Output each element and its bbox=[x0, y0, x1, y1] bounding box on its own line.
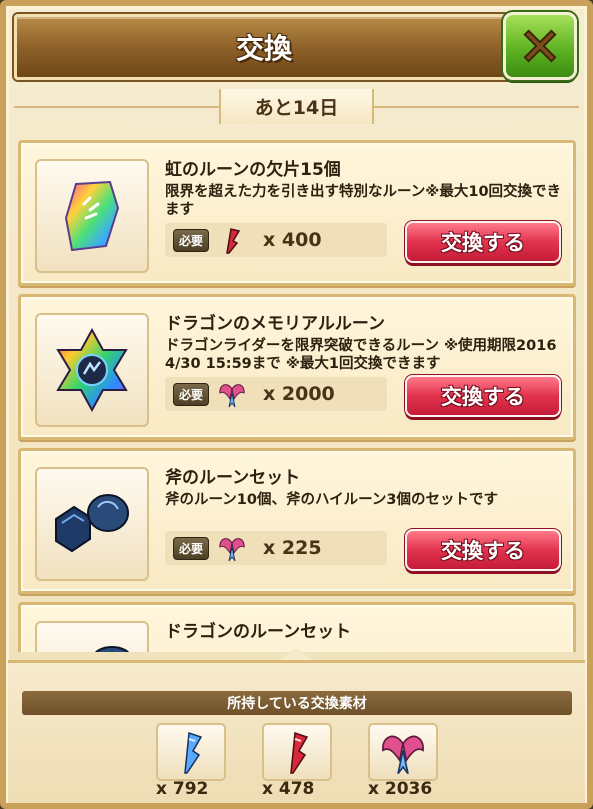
rainbow-star-rune-icon bbox=[56, 328, 128, 412]
item-title: 斧のルーンセット bbox=[165, 468, 301, 488]
close-x-icon bbox=[523, 29, 557, 63]
cost-box: 必要 x 2000 bbox=[165, 377, 387, 411]
exchange-button[interactable]: 交換する bbox=[405, 375, 561, 417]
material-thumbnail bbox=[262, 723, 332, 781]
close-button[interactable] bbox=[503, 12, 577, 80]
require-badge: 必要 bbox=[173, 228, 210, 252]
cost-box: 必要 x 225 bbox=[165, 531, 387, 565]
dragon-wings-icon bbox=[382, 735, 424, 775]
exchange-item-list[interactable]: 虹のルーンの欠片15個 限界を超えた力を引き出す特別なルーン※最大10回交換でき… bbox=[18, 132, 580, 652]
cost-quantity: x 225 bbox=[263, 537, 322, 559]
material-thumbnail bbox=[368, 723, 438, 781]
cost-quantity: x 2000 bbox=[263, 383, 335, 405]
item-title: ドラゴンのルーンセット bbox=[165, 622, 352, 642]
dragon-wings-icon bbox=[219, 538, 245, 562]
material-item: x 792 bbox=[156, 723, 226, 799]
owned-materials-label: 所持している交換素材 bbox=[22, 691, 572, 715]
days-remaining: あと14日 bbox=[218, 88, 375, 124]
item-thumbnail bbox=[35, 621, 149, 652]
dragon-wings-icon bbox=[219, 384, 245, 408]
red-feather-icon bbox=[226, 228, 241, 254]
item-description: 斧のルーン10個、斧のハイルーン3個のセットです bbox=[165, 492, 499, 508]
material-count: x 478 bbox=[262, 779, 315, 799]
require-badge: 必要 bbox=[173, 536, 210, 560]
blue-feather-icon bbox=[184, 731, 203, 774]
item-title: ドラゴンのメモリアルルーン bbox=[165, 314, 385, 334]
exchange-button[interactable]: 交換する bbox=[405, 529, 561, 571]
material-item: x 478 bbox=[262, 723, 332, 799]
owned-materials-panel: 所持している交換素材 x 792 x 478 x 2036 bbox=[8, 660, 585, 803]
item-thumbnail bbox=[35, 159, 149, 273]
exchange-item: ドラゴンのメモリアルルーン ドラゴンライダーを限界突破できるルーン ※使用期限2… bbox=[18, 294, 576, 440]
exchange-item: 虹のルーンの欠片15個 限界を超えた力を引き出す特別なルーン※最大10回交換でき… bbox=[18, 140, 576, 286]
header-bar: 交換 bbox=[14, 14, 514, 80]
exchange-button[interactable]: 交換する bbox=[405, 221, 561, 263]
require-badge: 必要 bbox=[173, 382, 210, 406]
dragon-rune-set-icon bbox=[95, 646, 129, 652]
red-feather-icon bbox=[290, 731, 309, 774]
exchange-item: 斧のルーンセット 斧のルーン10個、斧のハイルーン3個のセットです 必要 x 2… bbox=[18, 448, 576, 594]
item-thumbnail bbox=[35, 467, 149, 581]
page-title: 交換 bbox=[235, 32, 292, 65]
item-title: 虹のルーンの欠片15個 bbox=[165, 160, 341, 180]
rainbow-rune-shard-icon bbox=[64, 180, 120, 252]
material-thumbnail bbox=[156, 723, 226, 781]
material-count: x 792 bbox=[156, 779, 209, 799]
material-count: x 2036 bbox=[368, 779, 433, 799]
item-thumbnail bbox=[35, 313, 149, 427]
material-item: x 2036 bbox=[368, 723, 438, 799]
item-description: 限界を超えた力を引き出す特別なルーン※最大10回交換できます bbox=[165, 184, 562, 218]
item-description: ドラゴンライダーを限界突破できるルーン ※使用期限2016 4/30 15:59… bbox=[165, 338, 557, 372]
cost-quantity: x 400 bbox=[263, 229, 322, 251]
days-remaining-bar: あと14日 bbox=[14, 86, 579, 126]
exchange-item: ドラゴンのルーンセット bbox=[18, 602, 576, 652]
cost-box: 必要 x 400 bbox=[165, 223, 387, 257]
axe-rune-set-icon bbox=[55, 494, 129, 553]
